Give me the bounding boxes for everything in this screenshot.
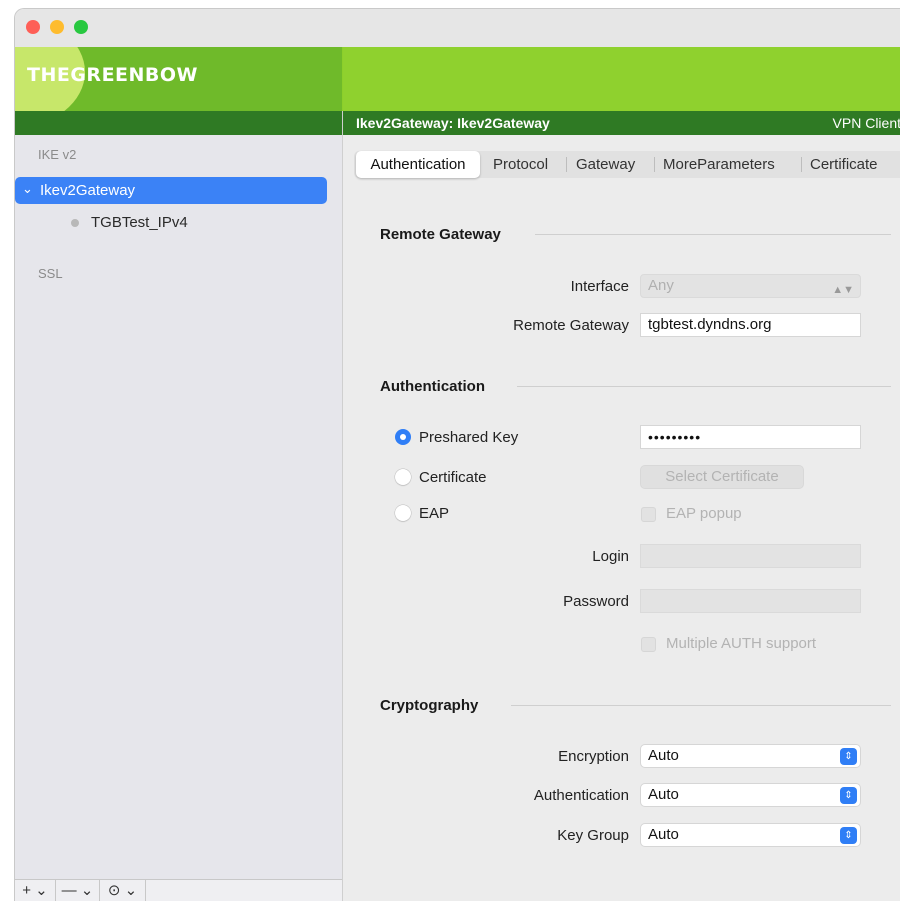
more-options-button[interactable]: ⊙ ⌄ (100, 880, 146, 901)
add-menu-button[interactable]: + ⌄ (15, 880, 56, 901)
remote-gateway-input[interactable]: tgbtest.dyndns.org (640, 313, 861, 337)
certificate-label: Certificate (419, 469, 487, 486)
encryption-select[interactable]: Auto ⇕ (640, 744, 861, 768)
tunnel-title: Ikev2Gateway: Ikev2Gateway (356, 115, 550, 131)
zoom-window-button[interactable] (74, 20, 88, 34)
main-content: Ikev2Gateway: Ikev2Gateway VPN Client Au… (343, 111, 900, 901)
section-divider (517, 386, 891, 387)
authentication-select[interactable]: Auto ⇕ (640, 783, 861, 807)
interface-label: Interface (570, 278, 629, 295)
updown-chevron-icon: ⇕ (840, 748, 857, 765)
banner-right (343, 47, 900, 111)
tab-separator (801, 157, 802, 172)
tree-item-label: Ikev2Gateway (40, 182, 136, 199)
login-input[interactable] (640, 544, 861, 568)
thegreenbow-logo: THEGREENBOW (27, 64, 199, 86)
tab-bar: Authentication Protocol Gateway MorePara… (354, 151, 900, 178)
tab-moreparameters[interactable]: MoreParameters (663, 151, 775, 178)
tree-item-ikev2gateway[interactable]: ⌄ Ikev2Gateway (15, 177, 327, 204)
multiple-auth-label: Multiple AUTH support (666, 635, 817, 652)
preshared-key-radio[interactable] (395, 429, 411, 445)
key-group-select[interactable]: Auto ⇕ (640, 823, 861, 847)
preshared-key-label: Preshared Key (419, 429, 519, 446)
tab-certificate[interactable]: Certificate (810, 151, 878, 178)
section-title-authentication: Authentication (380, 378, 485, 395)
remote-gateway-label: Remote Gateway (513, 317, 629, 334)
key-group-value: Auto (648, 826, 679, 843)
interface-value: Any (648, 277, 674, 294)
section-label-ssl: SSL (38, 266, 63, 281)
minimize-window-button[interactable] (50, 20, 64, 34)
interface-select: Any ▲▼ (640, 274, 861, 298)
updown-chevron-icon: ▲▼ (832, 284, 854, 296)
section-title-remote-gateway: Remote Gateway (380, 226, 501, 243)
eap-popup-label: EAP popup (666, 505, 742, 522)
sidebar-header-strip (15, 111, 342, 135)
section-divider (511, 705, 891, 706)
tree-item-tgbtest-ipv4[interactable]: TGBTest_IPv4 (71, 214, 188, 231)
select-certificate-button[interactable]: Select Certificate (640, 465, 804, 489)
tab-separator (654, 157, 655, 172)
encryption-label: Encryption (558, 748, 629, 765)
login-label: Login (592, 548, 629, 565)
eap-radio[interactable] (395, 505, 411, 521)
eap-popup-checkbox[interactable] (641, 507, 656, 522)
updown-chevron-icon: ⇕ (840, 827, 857, 844)
section-label-ikev2: IKE v2 (38, 147, 77, 162)
password-label: Password (563, 593, 629, 610)
tab-protocol[interactable]: Protocol (493, 151, 548, 178)
logo-area: THEGREENBOW (15, 47, 342, 111)
remove-menu-button[interactable]: — ⌄ (56, 880, 100, 901)
section-divider (535, 234, 891, 235)
sidebar: IKE v2 ⌄ Ikev2Gateway TGBTest_IPv4 SSL +… (15, 111, 343, 901)
tab-gateway[interactable]: Gateway (576, 151, 635, 178)
authentication-value: Auto (648, 786, 679, 803)
updown-chevron-icon: ⇕ (840, 787, 857, 804)
tab-authentication[interactable]: Authentication (356, 151, 480, 178)
preshared-key-input[interactable]: ••••••••• (640, 425, 861, 449)
tunnel-status-dot-icon (71, 219, 79, 228)
multiple-auth-checkbox[interactable] (641, 637, 656, 652)
certificate-radio[interactable] (395, 469, 411, 485)
close-window-button[interactable] (26, 20, 40, 34)
tunnel-header-strip: Ikev2Gateway: Ikev2Gateway VPN Client (343, 111, 900, 135)
sidebar-toolbar: + ⌄ — ⌄ ⊙ ⌄ (15, 879, 342, 901)
encryption-value: Auto (648, 747, 679, 764)
tree-item-label: TGBTest_IPv4 (91, 214, 188, 231)
authentication-algo-label: Authentication (533, 787, 629, 804)
key-group-label: Key Group (557, 827, 629, 844)
password-input[interactable] (640, 589, 861, 613)
title-bar (15, 9, 900, 47)
section-title-cryptography: Cryptography (380, 697, 479, 714)
tab-separator (566, 157, 567, 172)
app-window: THEGREENBOW IKE v2 ⌄ Ikev2Gateway TGBTes… (14, 8, 900, 901)
chevron-down-icon[interactable]: ⌄ (22, 181, 33, 197)
product-name: VPN Client (832, 115, 900, 131)
eap-label: EAP (419, 505, 450, 522)
brand-banner: THEGREENBOW (15, 47, 900, 111)
